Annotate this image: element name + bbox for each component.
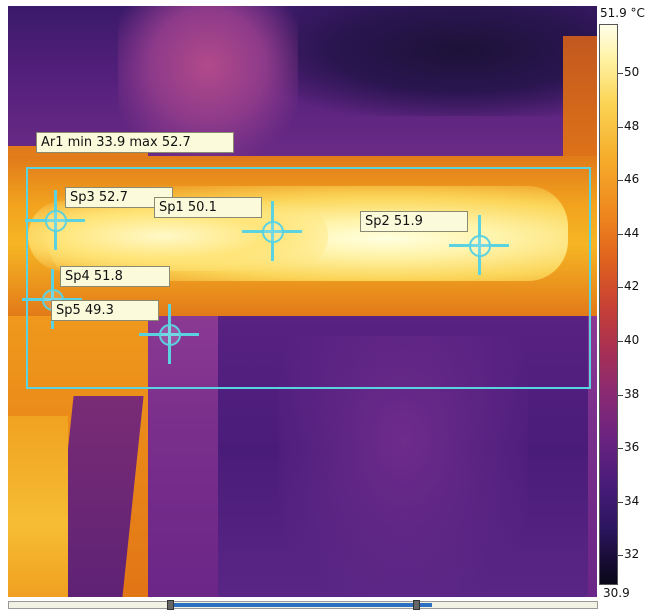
background-region [258, 6, 597, 116]
scale-tick-label: 42 [624, 279, 640, 293]
spot-sp5-label: Sp5 49.3 [51, 300, 159, 321]
range-slider-handle-right[interactable] [413, 600, 420, 610]
scale-tick-mark [618, 555, 623, 556]
scale-tick-mark [618, 341, 623, 342]
scale-tick-mark [618, 448, 623, 449]
scale-tick-mark [618, 287, 623, 288]
scale-tick-label: 50 [624, 65, 640, 79]
area-ar1-label: Ar1 min 33.9 max 52.7 [36, 132, 234, 153]
scale-tick-mark [618, 234, 623, 235]
range-slider-handle-left[interactable] [167, 600, 174, 610]
background-region [8, 416, 68, 597]
scale-tick-label: 44 [624, 226, 640, 240]
spot-sp4-label: Sp4 51.8 [60, 266, 170, 287]
scale-tick-mark [618, 502, 623, 503]
scale-tick-label: 40 [624, 333, 640, 347]
scale-tick-mark [618, 127, 623, 128]
scale-tick-label: 46 [624, 172, 640, 186]
scale-tick-label: 36 [624, 440, 640, 454]
range-slider-fill [172, 603, 432, 607]
spot-sp1-label: Sp1 50.1 [154, 197, 262, 218]
scale-tick-label: 34 [624, 494, 640, 508]
scale-tick-mark [618, 180, 623, 181]
temperature-scale-bar [599, 24, 618, 585]
scale-min-label: 30.9 [603, 586, 630, 600]
scale-tick-label: 32 [624, 547, 640, 561]
scale-tick-mark [618, 395, 623, 396]
scale-tick-mark [618, 73, 623, 74]
range-slider[interactable] [8, 600, 598, 610]
scale-max-label: 51.9 °C [600, 6, 645, 20]
scale-tick-label: 48 [624, 119, 640, 133]
scale-tick-label: 38 [624, 387, 640, 401]
spot-sp2-label: Sp2 51.9 [360, 211, 468, 232]
